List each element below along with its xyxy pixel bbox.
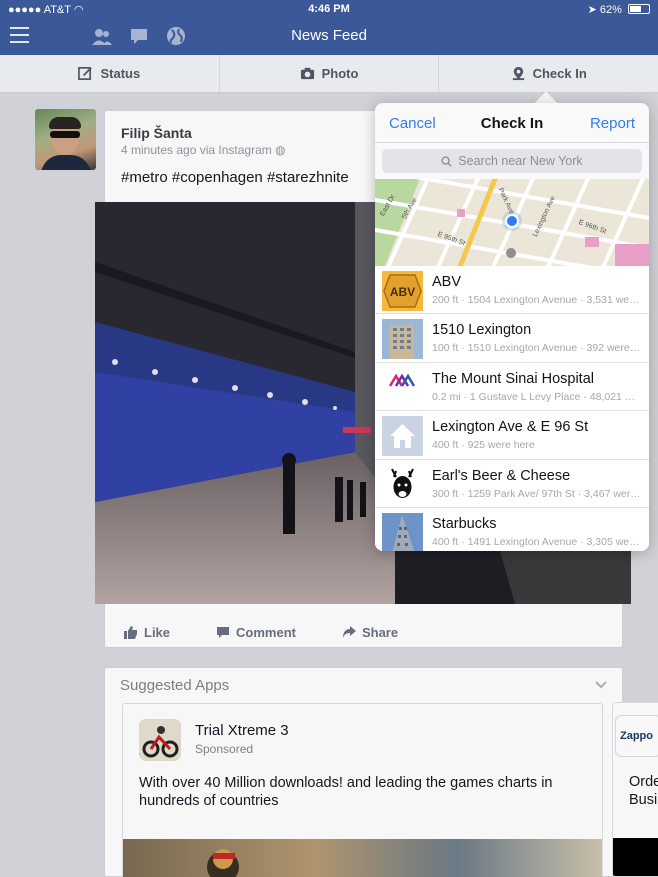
deer-logo-icon — [382, 464, 423, 505]
location-map[interactable]: East Dr 5th Ave Park Ave E 95th St E 96t… — [375, 179, 649, 266]
place-name: Lexington Ave & E 96 St — [432, 419, 589, 436]
place-name: Starbucks — [432, 516, 497, 532]
place-item-1510-lexington[interactable]: 1510 Lexington 100 ft · 1510 Lexington A… — [375, 314, 649, 363]
comment-button[interactable]: Comment — [216, 625, 296, 640]
trial-xtreme-app-icon — [139, 719, 181, 761]
place-item-earls[interactable]: Earl's Beer & Cheese 300 ft · 1259 Park … — [375, 460, 649, 508]
place-meta: 400 ft · 1491 Lexington Avenue · 3,305 w… — [432, 536, 642, 548]
place-meta: 300 ft · 1259 Park Ave/ 97th St · 3,467 … — [432, 487, 642, 500]
app-description: With over 40 Million downloads! and lead… — [139, 775, 553, 809]
building-photo-icon — [382, 319, 423, 360]
app-title[interactable]: Trial Xtreme 3 — [195, 722, 289, 739]
svg-text:ABV: ABV — [390, 285, 415, 299]
camera-icon — [300, 67, 314, 80]
place-item-starbucks[interactable]: Starbucks 400 ft · 1491 Lexington Avenue… — [375, 508, 649, 551]
app2-description: Orde Busi — [629, 774, 658, 808]
app2-promo-image — [613, 838, 658, 876]
check-in-button[interactable]: Check In — [439, 55, 658, 92]
place-name: ABV — [432, 274, 462, 290]
status-time: 4:46 PM — [308, 3, 350, 15]
suggested-apps-heading: Suggested Apps — [120, 677, 230, 694]
suggested-apps-card: Suggested Apps Trial Xtreme 3 Sponsored … — [104, 667, 623, 877]
starbucks-photo-icon — [382, 513, 423, 551]
home-icon — [382, 416, 423, 457]
report-button[interactable]: Report — [590, 115, 635, 132]
composer-action-bar: Status Photo Check In — [0, 55, 658, 93]
comment-icon — [217, 627, 230, 638]
place-meta: 200 ft · 1504 Lexington Avenue · 3,531 w… — [432, 294, 642, 306]
battery-indicator: ➤ 62% — [588, 3, 650, 16]
nearby-places-list: ABV ABV 200 ft · 1504 Lexington Avenue ·… — [375, 266, 649, 551]
popover-header: Cancel Check In Report — [375, 103, 649, 143]
post-text: #metro #copenhagen #starezhnite — [121, 169, 349, 186]
public-globe-icon: ◍ — [275, 143, 286, 157]
edit-icon — [78, 67, 93, 80]
photo-button[interactable]: Photo — [220, 55, 440, 92]
status-button[interactable]: Status — [0, 55, 220, 92]
like-button[interactable]: Like — [124, 625, 170, 640]
place-name: Earl's Beer & Cheese — [432, 467, 571, 484]
search-placeholder: Search near New York — [458, 154, 583, 168]
chevron-down-icon[interactable] — [594, 678, 608, 692]
location-arrow-icon: ➤ — [587, 4, 597, 16]
place-item-mount-sinai[interactable]: The Mount Sinai Hospital 0.2 mi · 1 Gust… — [375, 363, 649, 412]
place-item-abv[interactable]: ABV ABV 200 ft · 1504 Lexington Avenue ·… — [375, 266, 649, 315]
app-ad-card[interactable]: Trial Xtreme 3 Sponsored With over 40 Mi… — [122, 703, 603, 877]
place-meta: 400 ft · 925 were here — [432, 439, 535, 452]
zappos-logo: Zappo — [615, 715, 658, 757]
place-name: The Mount Sinai Hospital — [432, 370, 594, 387]
search-icon — [441, 155, 452, 167]
sponsored-label: Sponsored — [195, 742, 254, 756]
page-title: News Feed — [291, 27, 367, 44]
location-pin-icon — [512, 66, 524, 81]
post-actions: Like Comment Share — [104, 614, 623, 650]
share-arrow-icon — [342, 626, 356, 638]
author-avatar[interactable] — [35, 109, 96, 170]
app-ad-card-partial[interactable]: Zappo Orde Busi — [612, 702, 658, 877]
check-in-popover: Cancel Check In Report Search near New Y… — [375, 103, 649, 551]
top-bar: ●●●●● AT&T ◠ 4:46 PM ➤ 62% News Feed — [0, 0, 658, 55]
abv-logo-icon: ABV — [382, 271, 423, 311]
place-name: 1510 Lexington — [432, 322, 532, 339]
post-meta: 4 minutes ago via Instagram ◍ — [121, 143, 286, 157]
thumbs-up-icon — [124, 626, 137, 639]
post-author[interactable]: Filip Šanta — [121, 125, 192, 141]
place-meta: 100 ft · 1510 Lexington Avenue · 392 wer… — [432, 342, 642, 355]
status-bar: ●●●●● AT&T ◠ 4:46 PM ➤ 62% — [0, 0, 658, 18]
place-item-lexington-96[interactable]: Lexington Ave & E 96 St 400 ft · 925 wer… — [375, 411, 649, 460]
place-meta: 0.2 mi · 1 Gustave L Levy Place · 48,021… — [432, 390, 642, 403]
place-search-input[interactable]: Search near New York — [382, 149, 642, 173]
mount-sinai-logo-icon — [382, 367, 423, 408]
share-button[interactable]: Share — [342, 625, 398, 640]
battery-icon — [628, 4, 650, 14]
app-promo-image — [123, 839, 602, 877]
